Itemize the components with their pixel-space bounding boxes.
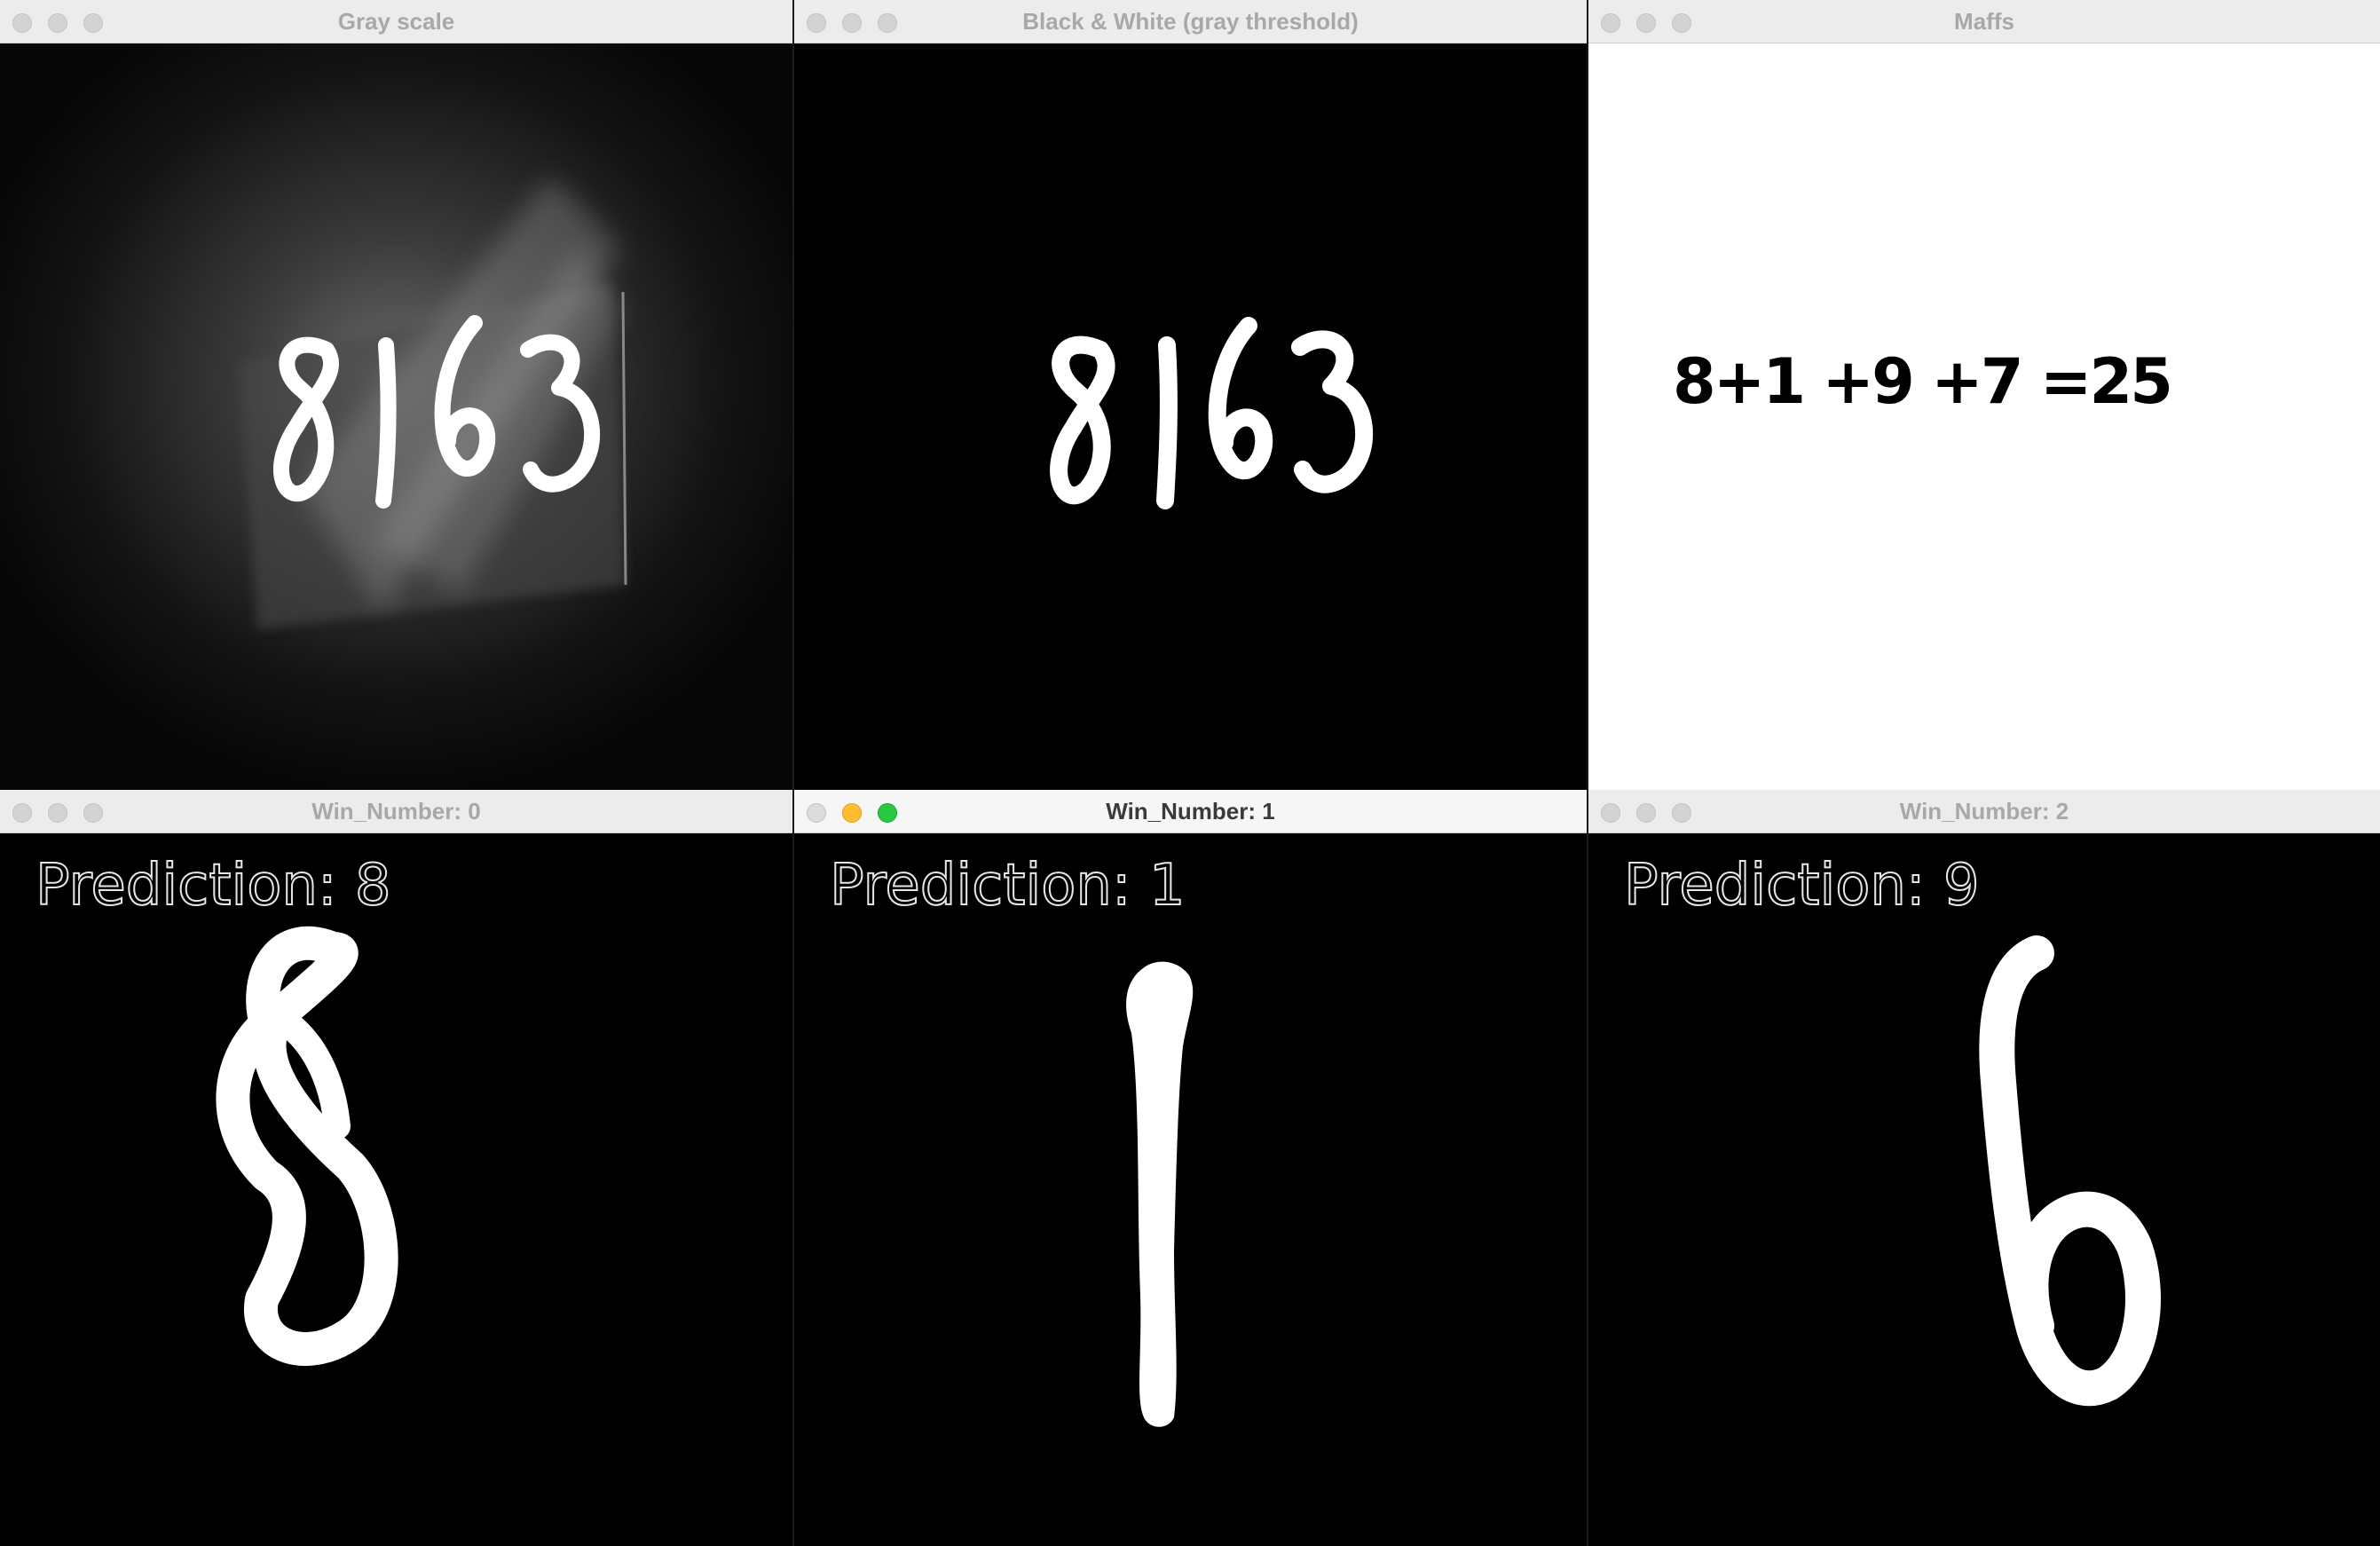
- window-title: Black & White (gray threshold): [1022, 8, 1359, 35]
- maffs-canvas: 8+1 +9 +7 =25: [1588, 43, 2380, 790]
- window-title: Win_Number: 2: [1899, 798, 2069, 824]
- digit-canvas: Prediction: 8: [0, 833, 792, 1546]
- digit-canvas: Prediction: 1: [794, 833, 1587, 1546]
- window-win-number-2: Win_Number: 2 Prediction: 9: [1588, 790, 2380, 1546]
- window-win-number-0: Win_Number: 0 Prediction: 8: [0, 790, 792, 1546]
- titlebar[interactable]: Black & White (gray threshold): [794, 0, 1587, 43]
- window-gray-scale: Gray scale: [0, 0, 792, 790]
- titlebar[interactable]: Maffs: [1588, 0, 2380, 43]
- window-title: Win_Number: 0: [311, 798, 481, 824]
- prediction-label: Prediction: 8: [35, 853, 391, 919]
- titlebar[interactable]: Win_Number: 2: [1588, 790, 2380, 833]
- window-maffs: Maffs 8+1 +9 +7 =25: [1588, 0, 2380, 790]
- equation-text: 8+1 +9 +7 =25: [1673, 345, 2171, 418]
- window-title: Win_Number: 1: [1106, 798, 1275, 824]
- window-title: Maffs: [1954, 8, 2014, 35]
- digit-canvas: Prediction: 9: [1588, 833, 2380, 1546]
- prediction-label: Prediction: 9: [1624, 853, 1980, 919]
- prediction-label: Prediction: 1: [830, 853, 1186, 919]
- titlebar[interactable]: Gray scale: [0, 0, 792, 43]
- threshold-image: [794, 43, 1587, 790]
- window-win-number-1: Win_Number: 1 Prediction: 1: [794, 790, 1587, 1546]
- titlebar[interactable]: Win_Number: 1: [794, 790, 1587, 833]
- titlebar[interactable]: Win_Number: 0: [0, 790, 792, 833]
- window-black-white: Black & White (gray threshold): [794, 0, 1587, 790]
- grayscale-image: [0, 43, 792, 790]
- window-title: Gray scale: [337, 8, 455, 35]
